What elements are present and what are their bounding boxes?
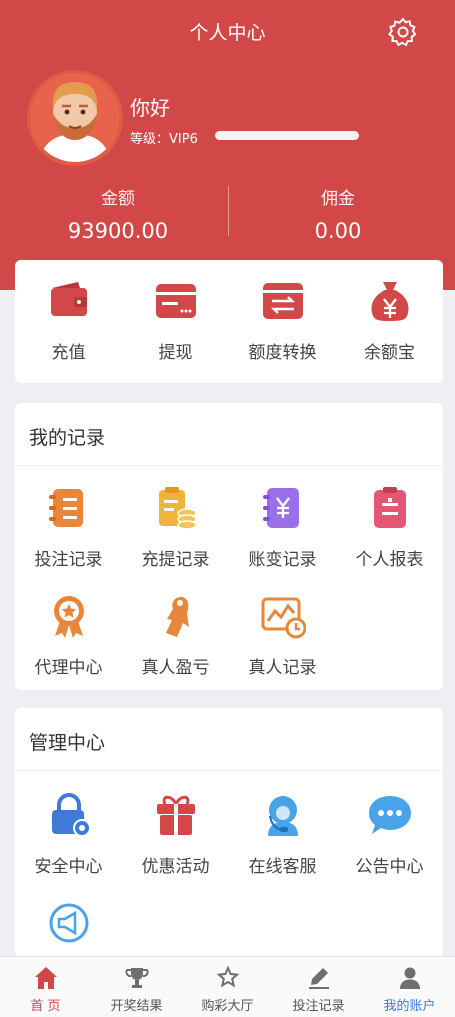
tab-bet-records[interactable]: 投注记录 bbox=[273, 957, 364, 1017]
home-icon bbox=[34, 967, 57, 989]
records-item-label: 充提记录 bbox=[141, 550, 210, 570]
profile-header: 个人中心 你好 等级：VIP6 金额 93900.00 佣金 0.00 bbox=[0, 0, 455, 290]
records-item-label: 账变记录 bbox=[248, 550, 317, 570]
balance-stat: 金额 93900.00 bbox=[18, 184, 218, 243]
tab-my-account[interactable]: 我的账户 bbox=[364, 957, 455, 1017]
records-item-label: 真人盈亏 bbox=[141, 658, 210, 678]
management-item-label: 在线客服 bbox=[248, 857, 317, 877]
management-item-service[interactable]: 在线客服 bbox=[229, 792, 336, 877]
level-value: VIP6 bbox=[169, 132, 198, 147]
section-title: 管理中心 bbox=[29, 732, 106, 754]
tab-lottery-hall[interactable]: 购彩大厅 bbox=[182, 957, 273, 1017]
wallet-icon bbox=[50, 282, 87, 316]
balance-label: 金额 bbox=[101, 189, 135, 209]
card-withdraw-icon bbox=[155, 284, 196, 318]
records-item-deposit[interactable]: 充提记录 bbox=[122, 485, 229, 570]
live-dealer-icon bbox=[165, 597, 189, 637]
records-item-bet[interactable]: 投注记录 bbox=[15, 485, 122, 570]
records-item-label: 真人记录 bbox=[248, 658, 317, 678]
tab-label: 购彩大厅 bbox=[201, 999, 254, 1014]
records-item-live-profit[interactable]: 真人盈亏 bbox=[122, 593, 229, 678]
deposit-record-icon bbox=[158, 487, 197, 530]
commission-value: 0.00 bbox=[314, 219, 362, 243]
lock-icon bbox=[51, 793, 91, 837]
commission-stat: 佣金 0.00 bbox=[238, 184, 438, 243]
records-item-label: 投注记录 bbox=[34, 550, 103, 570]
bet-record-icon bbox=[48, 489, 83, 527]
avatar-face-icon bbox=[31, 74, 119, 162]
level-label: 等级： bbox=[130, 132, 170, 147]
divider bbox=[15, 465, 443, 466]
tab-results[interactable]: 开奖结果 bbox=[91, 957, 182, 1017]
quick-actions-card: 充值 提现 额度转换 余额宝 bbox=[15, 260, 443, 383]
user-icon bbox=[399, 967, 420, 989]
records-item-label: 个人报表 bbox=[355, 550, 424, 570]
medal-icon bbox=[53, 596, 84, 638]
customer-service-icon bbox=[267, 796, 298, 836]
action-label: 余额宝 bbox=[364, 343, 415, 363]
management-item-announcement[interactable] bbox=[15, 900, 122, 946]
tab-label: 开奖结果 bbox=[110, 999, 163, 1014]
records-item-label: 代理中心 bbox=[34, 658, 103, 678]
trophy-icon bbox=[124, 968, 149, 988]
management-item-security[interactable]: 安全中心 bbox=[15, 792, 122, 877]
action-yuebao[interactable]: 余额宝 bbox=[336, 278, 443, 363]
records-item-agent[interactable]: 代理中心 bbox=[15, 593, 122, 678]
action-transfer[interactable]: 额度转换 bbox=[229, 278, 336, 363]
edit-icon bbox=[308, 968, 329, 989]
action-withdraw[interactable]: 提现 bbox=[122, 278, 229, 363]
avatar[interactable] bbox=[27, 70, 123, 166]
records-item-live-record[interactable]: 真人记录 bbox=[229, 593, 336, 678]
report-icon bbox=[373, 487, 406, 528]
action-label: 充值 bbox=[51, 343, 86, 363]
balance-value: 93900.00 bbox=[67, 219, 169, 243]
gift-icon bbox=[156, 795, 195, 835]
vip-level: 等级：VIP6 bbox=[130, 128, 198, 147]
action-label: 额度转换 bbox=[248, 343, 317, 363]
account-change-icon bbox=[262, 488, 299, 528]
management-card: 管理中心 安全中心 优惠活动 在线客服 公告中心 bbox=[15, 708, 443, 958]
stat-divider bbox=[228, 186, 229, 236]
tab-label: 首 页 bbox=[30, 999, 61, 1014]
records-card: 我的记录 投注记录 充提记录 账变记录 个人报表 代理中心 真人盈亏 真人记录 bbox=[15, 403, 443, 690]
star-icon bbox=[216, 965, 239, 988]
tab-home[interactable]: 首 页 bbox=[0, 957, 91, 1017]
gear-icon[interactable] bbox=[387, 16, 419, 48]
greeting-text: 你好 bbox=[130, 96, 170, 120]
management-item-label: 公告中心 bbox=[355, 857, 424, 877]
records-item-report[interactable]: 个人报表 bbox=[336, 485, 443, 570]
transfer-icon bbox=[262, 283, 303, 319]
records-item-account-change[interactable]: 账变记录 bbox=[229, 485, 336, 570]
bottom-tab-bar: 首 页 开奖结果 购彩大厅 投注记录 我的账户 bbox=[0, 956, 455, 1017]
money-bag-icon bbox=[371, 282, 408, 321]
management-item-label: 优惠活动 bbox=[141, 857, 210, 877]
tab-label: 我的账户 bbox=[383, 999, 436, 1014]
management-item-promotions[interactable]: 优惠活动 bbox=[122, 792, 229, 877]
megaphone-icon bbox=[49, 903, 88, 943]
chart-clock-icon bbox=[261, 597, 306, 639]
management-item-notice[interactable]: 公告中心 bbox=[336, 792, 443, 877]
section-title: 我的记录 bbox=[29, 427, 106, 449]
level-progress-bar bbox=[215, 131, 359, 140]
action-recharge[interactable]: 充值 bbox=[15, 278, 122, 363]
tab-label: 投注记录 bbox=[292, 999, 345, 1014]
commission-label: 佣金 bbox=[321, 189, 355, 209]
management-item-label: 安全中心 bbox=[34, 857, 103, 877]
action-label: 提现 bbox=[158, 343, 193, 363]
divider bbox=[15, 770, 443, 771]
chat-bubble-icon bbox=[368, 796, 411, 834]
